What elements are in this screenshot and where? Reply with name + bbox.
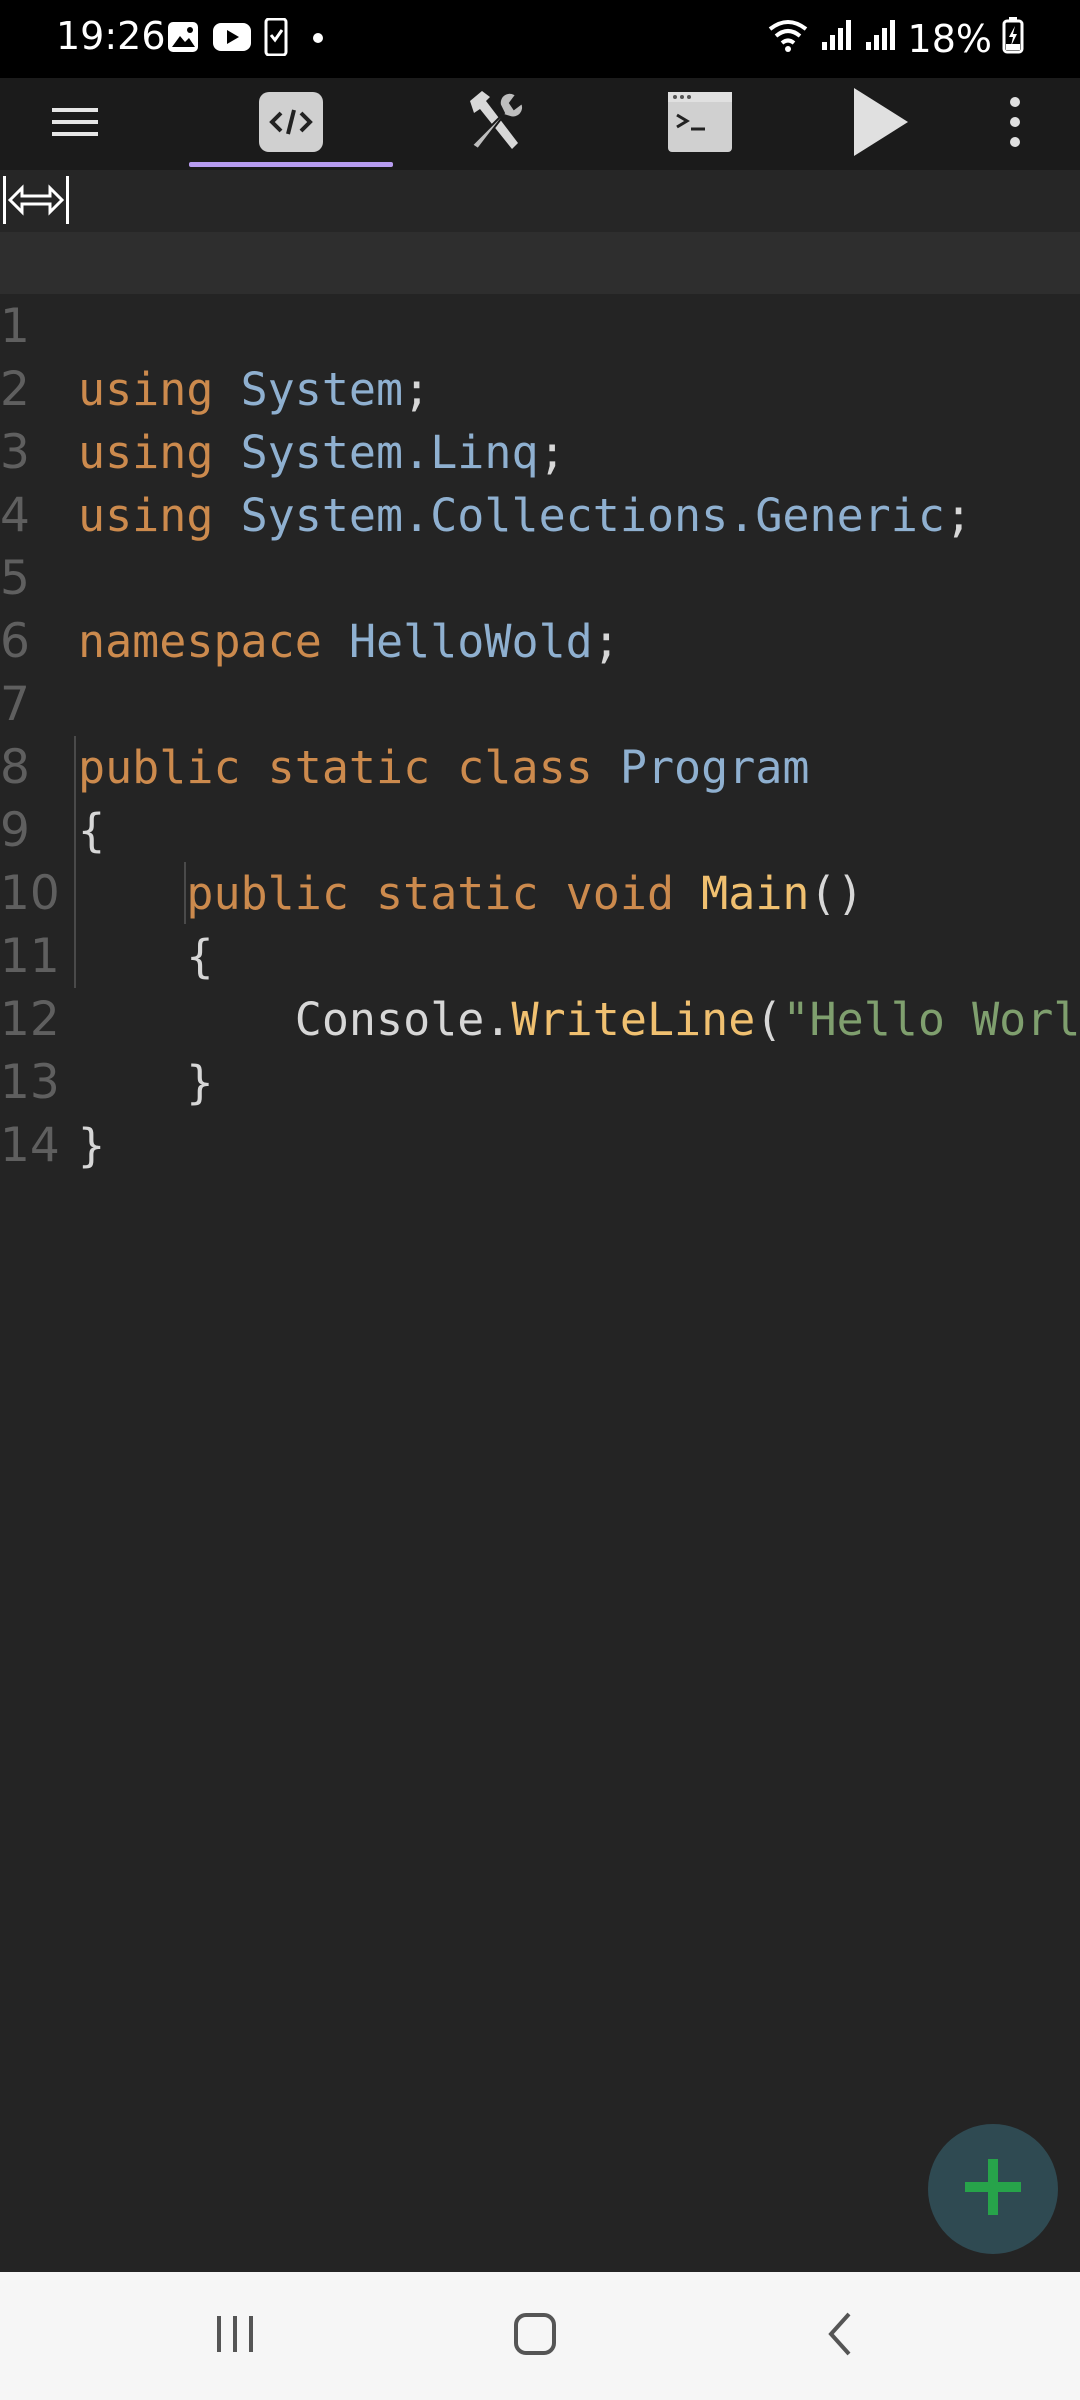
home-button[interactable] [455,2272,615,2400]
add-fab-button[interactable] [928,2124,1058,2254]
code-line: 13 } [0,988,1080,1172]
terminal-icon [667,91,733,157]
code-line: 3 using System.Collections.Generic; [0,358,1080,542]
code-line: 7 public static class Program [0,610,1080,794]
notification-icons [166,17,328,60]
code-line: 6 [0,547,1080,669]
menu-button[interactable] [30,78,120,170]
code-line: 12 } [0,925,1080,1109]
system-status: 18% [766,14,1024,64]
code-line: 11 Console.WriteLine("Hello World"); [0,862,1080,1046]
wifi-icon [766,17,810,62]
status-time: 19:26 [56,14,166,58]
more-options-button[interactable] [980,78,1050,170]
code-line: 10 { [0,799,1080,983]
active-tab-indicator [189,162,393,167]
dot-icon [300,22,328,56]
tab-code[interactable] [189,78,393,170]
signal-icon [820,17,854,61]
code-line: 14 [0,1051,1080,1173]
signal-icon [864,17,898,61]
recent-apps-icon [213,2314,257,2358]
run-button[interactable] [810,78,950,170]
editor-subbar [0,170,1080,232]
code-line: 2 using System.Linq; [0,295,1080,479]
tools-icon [460,87,530,161]
youtube-icon [212,22,252,56]
top-toolbar [0,78,1080,170]
code-editor[interactable]: 1 using System; 2 using System.Linq; 3 u… [0,232,1080,2272]
back-button[interactable] [760,2272,920,2400]
word-wrap-toggle[interactable] [2,172,70,228]
system-nav-bar [0,2272,1080,2400]
plus-icon [961,2155,1025,2223]
code-tab-icon [259,92,323,156]
tab-tools[interactable] [420,78,570,170]
battery-charging-icon [1002,16,1024,63]
code-line: 4 [0,421,1080,543]
phone-check-icon [264,17,288,60]
battery-percentage: 18% [907,17,992,61]
word-wrap-toggle-icon [2,176,70,232]
status-bar: 19:26 18% [0,0,1080,78]
more-icon [1007,96,1023,152]
gallery-icon [166,20,200,58]
code-line: 9 public static void Main() [0,736,1080,920]
recent-apps-button[interactable] [155,2272,315,2400]
code-line: 1 using System; [0,232,1080,416]
menu-icon [50,102,100,146]
home-icon [513,2312,557,2360]
run-icon [850,86,910,162]
code-line: 8 { [0,673,1080,857]
tab-terminal[interactable] [625,78,775,170]
line-number: 14 [0,1118,60,1173]
back-icon [825,2311,855,2361]
code-line: 5 namespace HelloWold; [0,484,1080,668]
